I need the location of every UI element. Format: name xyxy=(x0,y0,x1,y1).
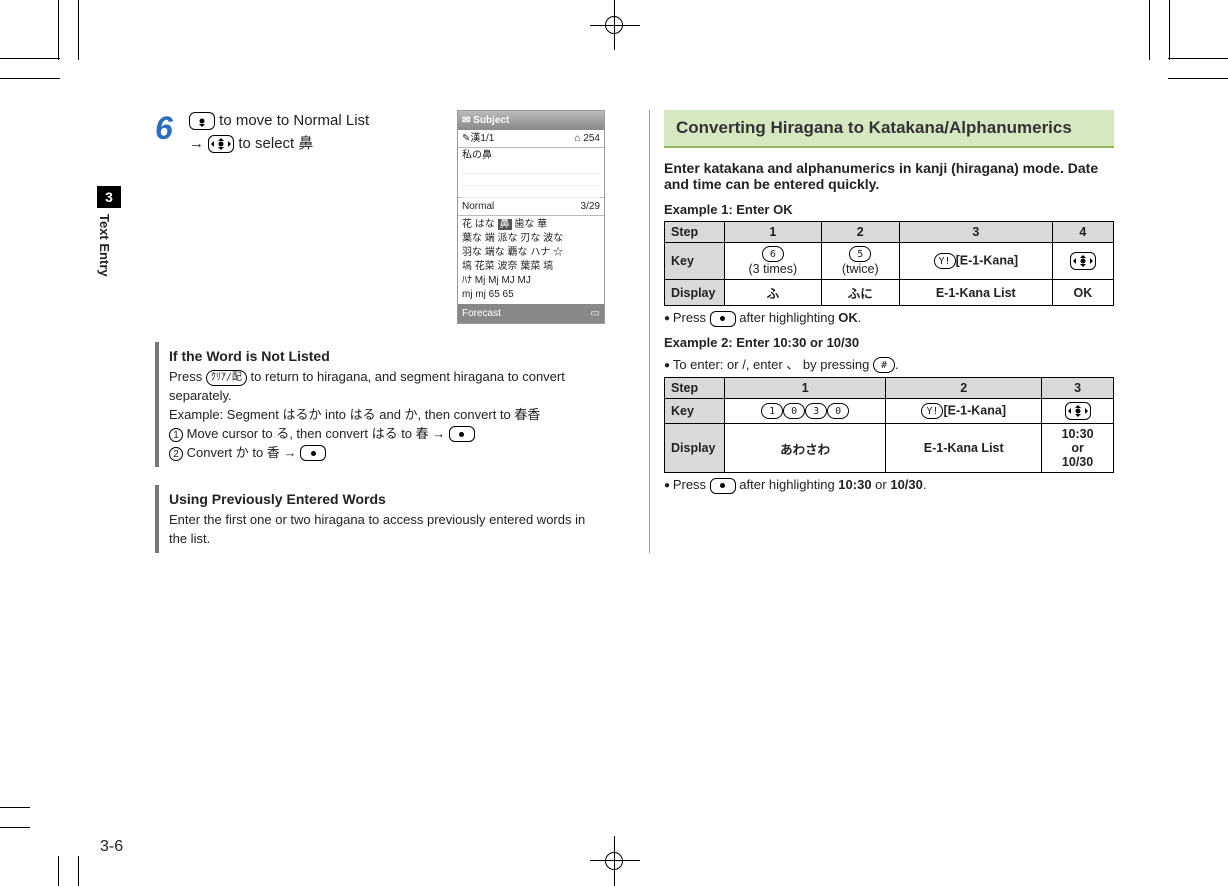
circled-1-icon: 1 xyxy=(169,428,183,442)
note-previous-words: Using Previously Entered Words Enter the… xyxy=(155,485,605,553)
key-0-icon: 0 xyxy=(783,403,805,419)
key-y-icon: Y! xyxy=(934,253,956,269)
dpad-all-icon xyxy=(1070,252,1096,270)
key-hash-icon: # xyxy=(873,357,895,373)
step-number: 6 xyxy=(155,110,189,324)
chapter-number: 3 xyxy=(97,186,121,208)
arrow-icon: → xyxy=(189,135,204,152)
center-key-icon xyxy=(710,478,736,494)
clear-key-icon: ｸﾘｱ/配 xyxy=(206,370,247,386)
example2-note: Press after highlighting 10:30 or 10/30. xyxy=(664,477,1114,494)
lead-text: Enter katakana and alphanumerics in kanj… xyxy=(664,160,1114,192)
right-column: Converting Hiragana to Katakana/Alphanum… xyxy=(664,110,1114,553)
example1-note: Press after highlighting OK. xyxy=(664,310,1114,327)
chapter-label: Text Entry xyxy=(97,208,112,277)
key-6-icon: 6 xyxy=(762,246,784,262)
step6-line1: to move to Normal List xyxy=(219,112,369,129)
example2-title: Example 2: Enter 10:30 or 10/30 xyxy=(664,335,1114,350)
chapter-tab: 3 Text Entry xyxy=(97,186,121,277)
circled-2-icon: 2 xyxy=(169,447,183,461)
note1-title: If the Word is Not Listed xyxy=(169,346,605,366)
example2-table: Step 1 2 3 Key 1030 Y![E-1-Kana] Display… xyxy=(664,377,1114,473)
dpad-all-icon xyxy=(1065,402,1091,420)
section-heading: Converting Hiragana to Katakana/Alphanum… xyxy=(664,110,1114,148)
key-3-icon: 3 xyxy=(805,403,827,419)
dpad-all-icon xyxy=(208,135,234,153)
key-y-icon: Y! xyxy=(921,403,943,419)
note2-title: Using Previously Entered Words xyxy=(169,489,605,509)
dpad-down-icon xyxy=(189,112,215,130)
key-0-icon: 0 xyxy=(827,403,849,419)
phone-screenshot: ✉ Subject ✎漢1/1⌂ 254 私の鼻 Normal3/29 花 はな… xyxy=(457,110,605,324)
left-column: 6 to move to Normal List → to select 鼻 ✉ xyxy=(155,110,605,553)
note-if-not-listed: If the Word is Not Listed Press ｸﾘｱ/配 to… xyxy=(155,342,605,467)
page-number: 3-6 xyxy=(100,838,123,856)
step6-line2: to select 鼻 xyxy=(238,135,313,152)
key-5-icon: 5 xyxy=(849,246,871,262)
center-key-icon xyxy=(710,311,736,327)
key-1-icon: 1 xyxy=(761,403,783,419)
column-divider xyxy=(649,110,650,553)
example1-table: Step 1 2 3 4 Key 6(3 times) 5(twice) Y![… xyxy=(664,221,1114,306)
example1-title: Example 1: Enter OK xyxy=(664,202,1114,217)
example2-prebullet: To enter: or /, enter 、 by pressing #. xyxy=(664,354,1114,374)
center-key-icon xyxy=(300,445,326,461)
center-key-icon xyxy=(449,426,475,442)
